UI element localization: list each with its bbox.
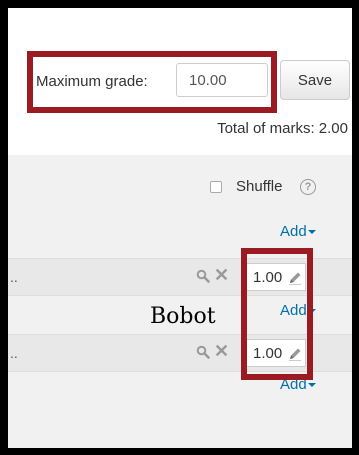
screenshot-canvas: Maximum grade: Save Total of marks: 2.00… bbox=[0, 0, 359, 455]
save-button[interactable]: Save bbox=[280, 60, 350, 100]
caret-down-icon bbox=[307, 230, 316, 235]
shuffle-label: Shuffle bbox=[236, 178, 283, 195]
question-name-truncated: .. bbox=[10, 269, 18, 285]
annotation-label: Bobot bbox=[150, 304, 216, 329]
search-icon[interactable] bbox=[196, 345, 210, 359]
caret-down-icon bbox=[307, 383, 316, 388]
highlight-box-marks bbox=[241, 248, 313, 380]
total-marks-text: Total of marks: 2.00 bbox=[217, 120, 348, 137]
quiz-edit-panel: Maximum grade: Save Total of marks: 2.00… bbox=[8, 8, 352, 448]
shuffle-checkbox[interactable] bbox=[210, 181, 222, 193]
highlight-box-maximum-grade bbox=[27, 51, 277, 113]
search-icon[interactable] bbox=[196, 269, 210, 283]
question-name-truncated: .. bbox=[10, 345, 18, 361]
add-menu-link[interactable]: Add bbox=[280, 223, 316, 240]
close-icon[interactable]: ✕ bbox=[214, 265, 229, 285]
close-icon[interactable]: ✕ bbox=[214, 341, 229, 361]
add-label: Add bbox=[280, 223, 307, 240]
help-icon[interactable]: ? bbox=[300, 179, 316, 195]
